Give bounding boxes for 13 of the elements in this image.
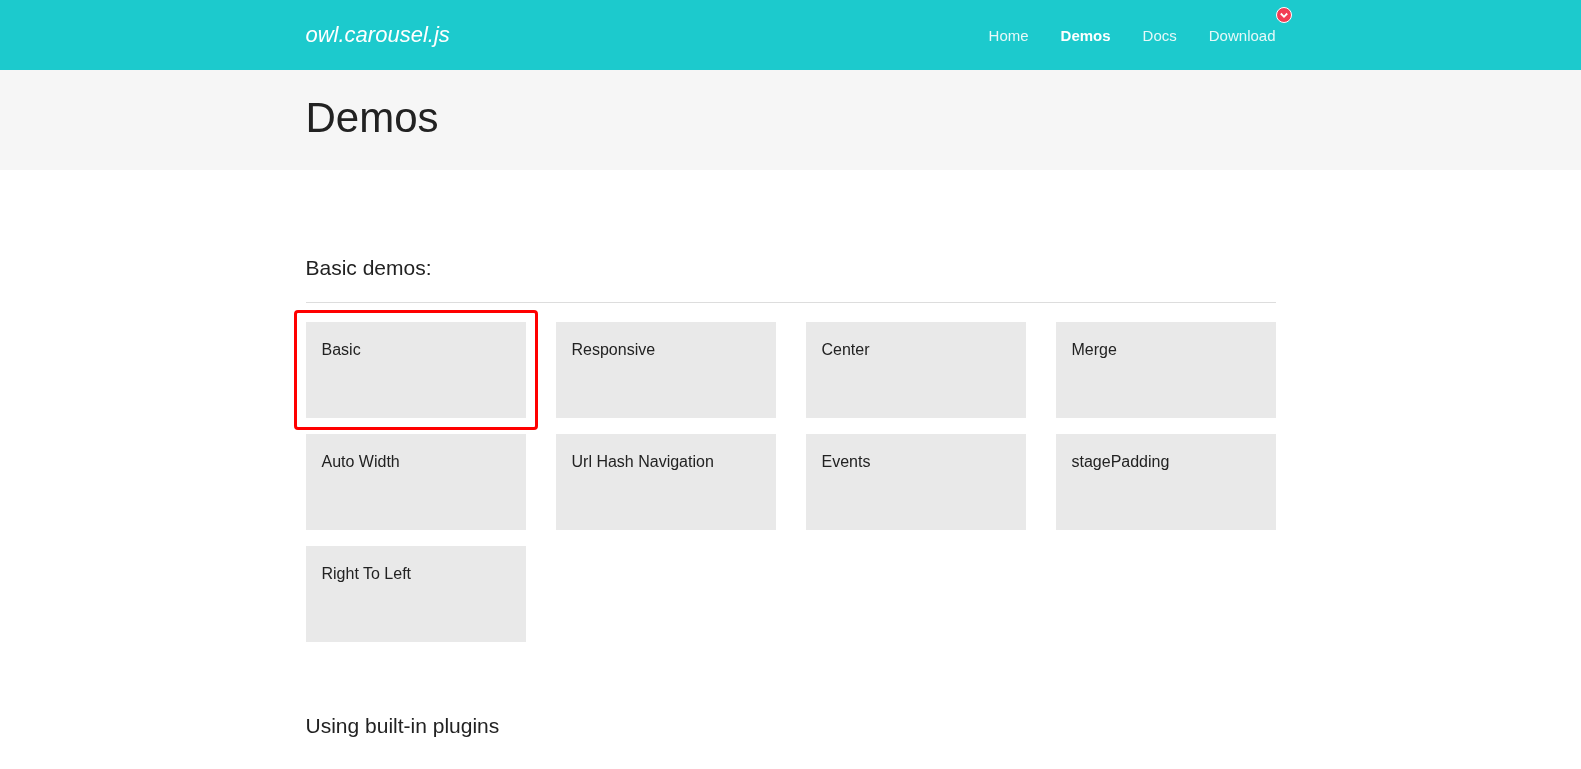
page-title: Demos xyxy=(305,94,439,142)
demo-link-card[interactable]: Merge xyxy=(1055,322,1276,418)
demo-link-card[interactable]: stagePadding xyxy=(1055,434,1276,530)
demo-link-card[interactable]: Url Hash Navigation xyxy=(555,434,776,530)
demo-link-card[interactable]: Auto Width xyxy=(305,434,526,530)
demo-link-card[interactable]: Events xyxy=(805,434,1026,530)
demo-link-card[interactable]: Center xyxy=(805,322,1026,418)
chevron-badge-icon xyxy=(1275,6,1292,23)
section-heading: Using built-in plugins xyxy=(305,714,500,738)
demo-link-card[interactable]: Right To Left xyxy=(305,546,526,642)
demo-link-card[interactable]: Responsive xyxy=(555,322,776,418)
demo-link-card[interactable]: Basic xyxy=(305,322,526,418)
section-heading: Basic demos: xyxy=(305,256,432,280)
